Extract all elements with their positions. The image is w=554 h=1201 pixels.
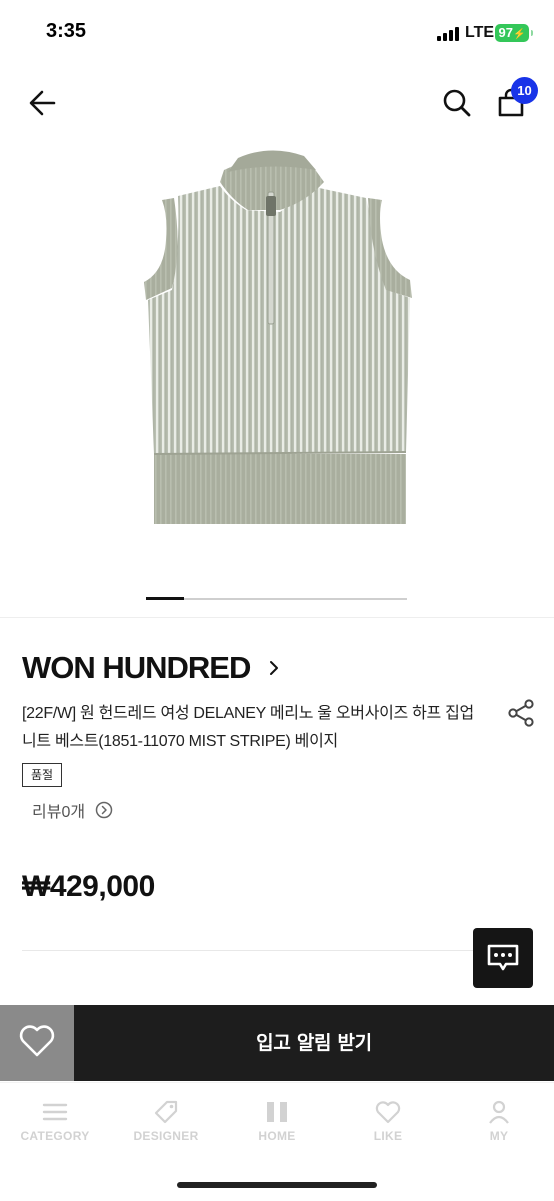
product-price: ₩429,000 [22, 870, 155, 903]
chat-button[interactable] [473, 928, 533, 988]
carousel-active-bar [146, 597, 184, 600]
battery-level: 97 [498, 25, 513, 40]
search-button[interactable] [440, 86, 474, 120]
tab-label: HOME [258, 1129, 296, 1143]
battery-icon: 97⚡ [495, 24, 533, 42]
chevron-circle-icon [95, 801, 113, 819]
like-button[interactable] [0, 1005, 74, 1081]
menu-icon [42, 1103, 68, 1121]
review-count: 리뷰0개 [32, 804, 86, 821]
tag-icon [154, 1100, 178, 1124]
product-image[interactable] [120, 140, 434, 540]
home-indicator [177, 1182, 377, 1188]
chevron-right-icon [270, 661, 279, 675]
chat-icon [487, 944, 519, 971]
back-button[interactable] [26, 86, 60, 120]
heart-icon [375, 1101, 401, 1124]
brand-link[interactable]: WON HUNDRED [22, 648, 280, 688]
status-time: 3:35 [46, 20, 87, 42]
action-bar: 입고 알림 받기 [0, 1005, 554, 1081]
heart-icon [19, 1025, 55, 1057]
tab-label: LIKE [373, 1129, 403, 1143]
tab-home[interactable]: HOME [222, 1099, 332, 1151]
status-bar: 3:35 LTE 97⚡ [0, 0, 554, 68]
nav-header [0, 68, 554, 138]
restock-alert-button[interactable]: 입고 알림 받기 [74, 1005, 554, 1081]
tab-label: CATEGORY [20, 1129, 90, 1143]
tab-category[interactable]: CATEGORY [0, 1099, 110, 1151]
reviews-link[interactable]: 리뷰0개 [32, 798, 113, 822]
tab-my[interactable]: MY [444, 1099, 554, 1151]
tab-like[interactable]: LIKE [333, 1099, 443, 1151]
tab-designer[interactable]: DESIGNER [111, 1099, 221, 1151]
carousel-indicator [146, 597, 407, 600]
tab-label: DESIGNER [133, 1129, 199, 1143]
sold-out-badge: 품절 [22, 763, 63, 787]
share-icon [508, 699, 534, 727]
share-button[interactable] [506, 698, 536, 728]
tab-label: MY [489, 1129, 509, 1143]
product-title: [22F/W] 원 헌드레드 여성 DELANEY 메리노 울 오버사이즈 하프… [22, 705, 474, 750]
search-icon [443, 89, 471, 117]
arrow-left-icon [29, 90, 56, 116]
user-icon [489, 1100, 509, 1124]
home-icon [267, 1102, 287, 1122]
section-divider [0, 617, 554, 618]
cart-count-badge: 10 [511, 77, 538, 104]
network-label: LTE [465, 24, 495, 41]
brand-name: WON HUNDRED [22, 650, 251, 685]
signal-icon [437, 27, 459, 41]
content-divider [22, 950, 532, 951]
